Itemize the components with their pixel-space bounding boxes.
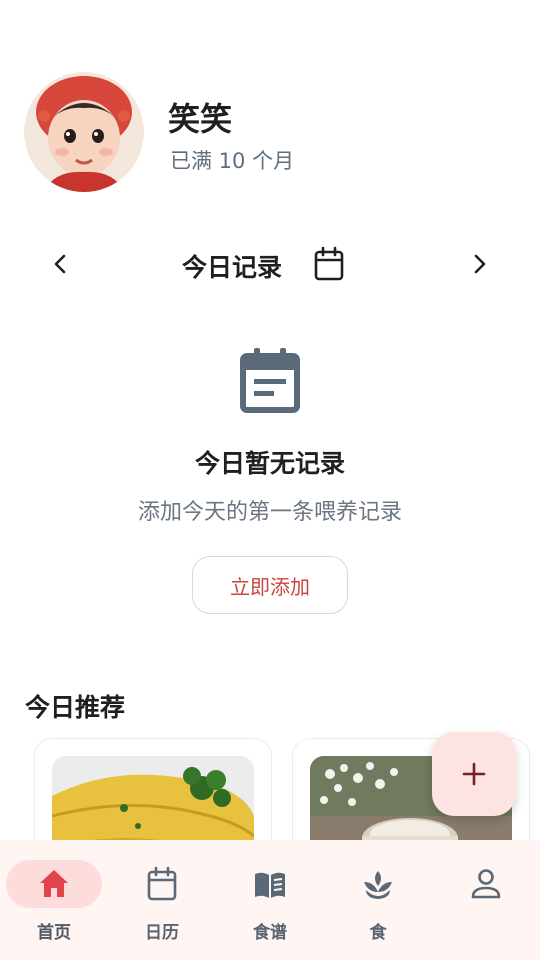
nav-item-profile[interactable]: [432, 840, 540, 960]
plus-icon: [462, 762, 486, 786]
bottom-navigation: 首页 日历 食谱 食: [0, 840, 540, 960]
nav-label-ingredients: 食: [369, 923, 387, 943]
user-icon: [471, 869, 501, 899]
leaf-icon: [364, 871, 392, 899]
calendar-icon: [147, 866, 177, 901]
avatar[interactable]: [24, 72, 144, 192]
nav-label-recipes: 食谱: [253, 923, 287, 943]
home-icon: [40, 870, 68, 897]
chevron-left-icon: [54, 254, 66, 274]
next-day-button[interactable]: [462, 246, 498, 282]
calendar-icon: [314, 246, 344, 281]
date-title: 今日记录: [182, 253, 283, 282]
nav-item-ingredients[interactable]: 食: [324, 840, 432, 960]
add-floating-button[interactable]: [432, 732, 516, 816]
nav-item-calendar[interactable]: 日历: [108, 840, 216, 960]
add-record-button[interactable]: 立即添加: [192, 556, 348, 614]
book-icon: [255, 872, 285, 898]
event-note-icon: [240, 348, 300, 414]
profile-age: 已满 10 个月: [170, 149, 295, 173]
empty-state-subtitle: 添加今天的第一条喂养记录: [137, 500, 402, 525]
profile-name: 笑笑: [168, 100, 233, 138]
nav-item-home[interactable]: 首页: [0, 840, 108, 960]
nav-label-home: 首页: [37, 923, 71, 943]
chevron-right-icon: [474, 254, 486, 274]
empty-state-title: 今日暂无记录: [194, 449, 345, 478]
calendar-picker-button[interactable]: [312, 246, 346, 282]
recommendations-title: 今日推荐: [25, 693, 126, 722]
previous-day-button[interactable]: [42, 246, 78, 282]
nav-label-calendar: 日历: [145, 923, 179, 943]
nav-item-recipes[interactable]: 食谱: [216, 840, 324, 960]
